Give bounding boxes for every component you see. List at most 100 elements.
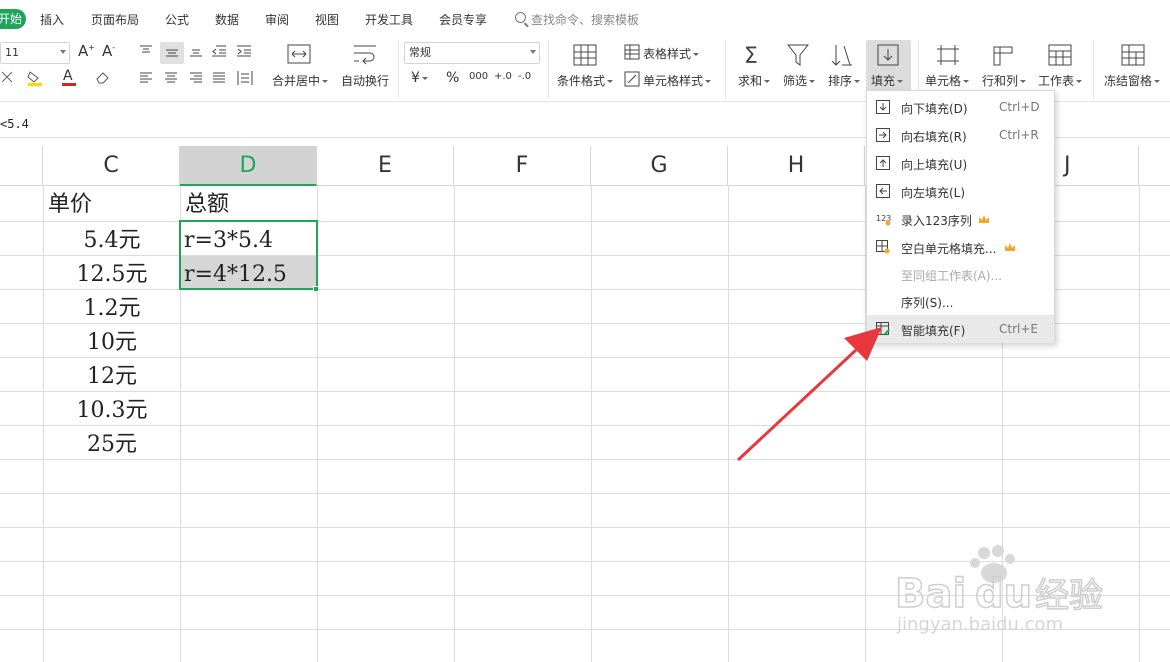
sort-icon[interactable] [830,43,854,67]
cell-c7[interactable]: 10.3元 [44,394,180,428]
cell-c2[interactable]: 5.4元 [44,224,180,258]
cell-d1[interactable]: 总额 [185,188,229,222]
tab-formulas[interactable]: 公式 [165,11,189,28]
sort-button[interactable]: 排序 [828,72,861,89]
wrap-text-icon[interactable] [352,43,378,67]
eraser-icon[interactable] [94,70,110,84]
thousands-separator-button[interactable]: 000 [469,71,488,82]
filter-button[interactable]: 筛选 [783,72,816,89]
column-header-g[interactable]: G [591,146,728,186]
align-top-icon[interactable] [139,44,153,58]
conditional-format-button[interactable]: 条件格式 [557,72,614,89]
formula-content[interactable]: <5.4 [0,117,29,131]
wrap-text-button[interactable]: 自动换行 [341,72,389,89]
cells-icon[interactable] [935,43,961,67]
currency-format-button[interactable]: ¥ [411,70,428,86]
blank-cell-fill-icon [876,240,890,254]
align-middle-icon[interactable] [160,42,184,64]
align-center-icon[interactable] [164,71,178,85]
column-header-e[interactable]: E [317,146,454,186]
indent-increase-icon[interactable] [236,44,252,58]
align-right-icon[interactable] [189,71,203,85]
menu-blank-cell-fill[interactable]: 空白单元格填充... [867,233,1054,261]
svg-text:A: A [63,68,73,84]
column-header-h[interactable]: H [728,146,865,186]
distributed-align-icon[interactable] [237,70,253,86]
table-style-icon[interactable] [624,44,640,60]
font-grow-icon[interactable]: A+ [78,42,95,60]
cell-c6[interactable]: 12元 [44,360,180,394]
merge-center-button[interactable]: 合并居中 [272,72,329,89]
sequence-123-icon: 123 [876,212,891,226]
cells-button[interactable]: 单元格 [925,72,970,89]
tab-review[interactable]: 审阅 [265,11,289,28]
cell-c5[interactable]: 10元 [44,326,180,360]
menu-sequence-123[interactable]: 123 录入123序列 [867,205,1054,233]
cell-style-button[interactable]: 单元格样式 [643,72,712,89]
font-shrink-icon[interactable]: A- [102,42,115,60]
menu-fill-up[interactable]: 向上填充(U) [867,149,1054,177]
freeze-panes-icon[interactable] [1120,43,1146,67]
worksheet-icon[interactable] [1047,43,1073,67]
menu-fill-up-label: 向上填充(U) [901,158,968,172]
indent-decrease-icon[interactable] [211,44,227,58]
fill-color-icon[interactable] [26,69,44,87]
fill-handle[interactable] [313,286,319,292]
search-icon[interactable] [515,12,526,23]
tab-page-layout[interactable]: 页面布局 [91,11,139,28]
rows-cols-button[interactable]: 行和列 [982,72,1027,89]
command-search[interactable]: 查找命令、搜索模板 [531,11,639,28]
menu-series-label: 序列(S)... [901,296,954,310]
fill-button[interactable]: 填充 [866,40,911,92]
merge-center-icon[interactable] [286,43,312,67]
decrease-decimal-button[interactable]: -.0 [518,71,531,82]
column-header-b[interactable] [0,146,43,186]
tab-view[interactable]: 视图 [315,11,339,28]
cell-style-icon[interactable] [624,71,640,87]
tab-start[interactable]: 开始 [0,9,26,29]
fill-label: 填充 [871,72,904,89]
tab-member[interactable]: 会员专享 [439,11,487,28]
freeze-panes-button[interactable]: 冻结窗格 [1104,72,1161,89]
border-icon[interactable] [0,70,14,84]
font-color-icon[interactable]: A [61,67,77,87]
filter-icon[interactable] [786,43,810,67]
align-bottom-icon[interactable] [189,44,203,58]
sum-icon[interactable]: Σ [742,42,764,68]
menu-sequence-123-label: 录入123序列 [901,214,972,228]
justify-icon[interactable] [212,71,226,85]
sum-button[interactable]: 求和 [738,72,771,89]
conditional-format-icon[interactable] [572,43,598,67]
menu-fill-down-label: 向下填充(D) [901,102,968,116]
font-size-select[interactable]: 11 [0,42,70,64]
menu-fill-left-label: 向左填充(L) [901,186,966,200]
tab-insert[interactable]: 插入 [40,11,64,28]
table-style-button[interactable]: 表格样式 [643,45,700,62]
cell-c4[interactable]: 1.2元 [44,292,180,326]
percent-format-button[interactable]: % [446,70,459,86]
number-format-select[interactable]: 常规 [404,42,540,64]
cell-c3[interactable]: 12.5元 [44,258,180,292]
column-header-d[interactable]: D [180,146,317,186]
column-header-c[interactable]: C [43,146,180,186]
column-header-f[interactable]: F [454,146,591,186]
worksheet-button[interactable]: 工作表 [1038,72,1083,89]
menu-to-group-sheets: 至同组工作表(A)... [867,260,1054,288]
member-crown-icon [978,213,990,223]
rows-cols-icon[interactable] [990,43,1016,67]
tab-developer[interactable]: 开发工具 [365,11,413,28]
align-left-icon[interactable] [139,71,153,85]
menu-smart-fill-label: 智能填充(F) [901,324,966,338]
cell-c1[interactable]: 单价 [48,188,92,222]
menu-fill-down-shortcut: Ctrl+D [999,100,1040,114]
menu-series[interactable]: 序列(S)... [867,287,1054,315]
menu-fill-left[interactable]: 向左填充(L) [867,177,1054,205]
menu-fill-down[interactable]: 向下填充(D) Ctrl+D [867,93,1054,121]
tab-data[interactable]: 数据 [215,11,239,28]
cell-c8[interactable]: 25元 [44,428,180,462]
menu-fill-right[interactable]: 向右填充(R) Ctrl+R [867,121,1054,149]
increase-decimal-button[interactable]: +.0 [494,71,512,82]
cell-d3[interactable]: r=4*12.5 [184,258,287,292]
fill-icon [876,43,900,67]
cell-d2[interactable]: r=3*5.4 [184,224,273,258]
